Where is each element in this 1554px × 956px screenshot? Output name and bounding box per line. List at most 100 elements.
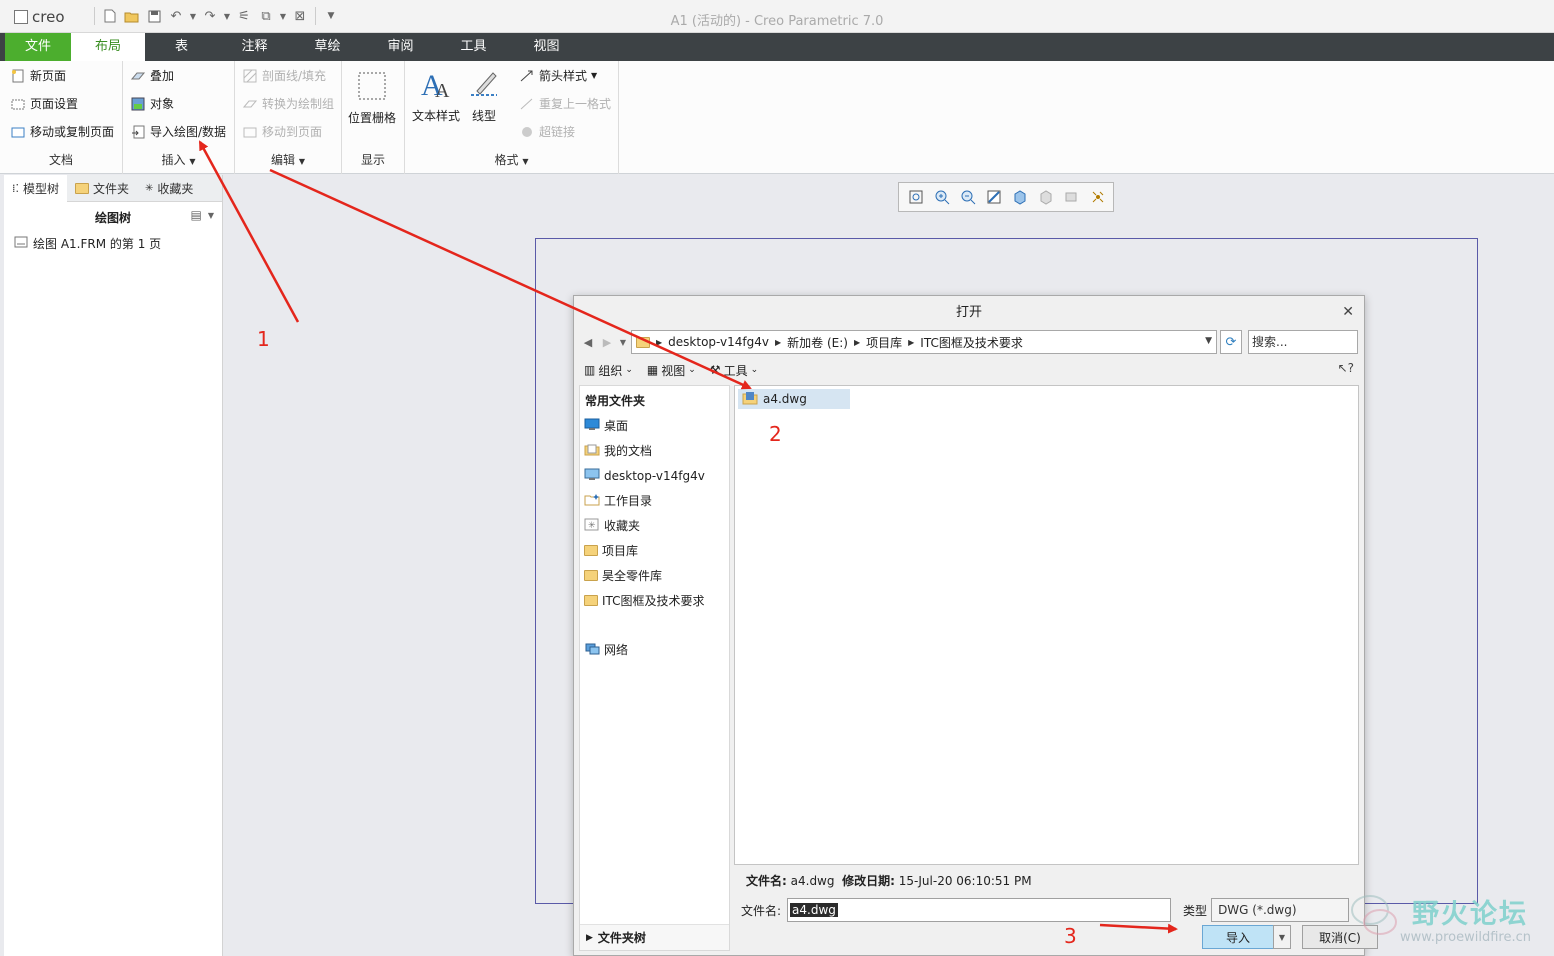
group-label-format[interactable]: 格式 ▼ bbox=[405, 151, 618, 168]
file-item[interactable]: a4.dwg bbox=[738, 389, 850, 409]
breadcrumb-item[interactable]: ▶ ITC图框及技术要求 bbox=[908, 334, 1023, 351]
favorites-icon: ✳ bbox=[584, 518, 600, 534]
desktop-icon bbox=[584, 418, 600, 434]
working-directory-icon bbox=[584, 493, 600, 509]
fav-working-directory[interactable]: 工作目录 bbox=[580, 488, 729, 513]
zoom-out-icon[interactable] bbox=[957, 186, 979, 208]
hyperlink-icon bbox=[519, 124, 535, 140]
tab-layout[interactable]: 布局 bbox=[71, 33, 145, 61]
drawing-sheet-icon bbox=[14, 236, 28, 251]
tab-favorites[interactable]: ✳ 收藏夹 bbox=[137, 175, 201, 202]
section-line-fill-button[interactable]: 剖面线/填充 bbox=[242, 67, 326, 84]
search-input[interactable]: 搜索... bbox=[1248, 330, 1358, 354]
tab-file[interactable]: 文件 bbox=[5, 33, 71, 61]
tree-options[interactable]: ▤ ▼ bbox=[191, 208, 215, 222]
group-insert: 叠加 对象 导入绘图/数据 插入 ▼ bbox=[123, 61, 235, 174]
history-dropdown-icon[interactable]: ▼ bbox=[618, 332, 628, 352]
saved-orientations-icon[interactable] bbox=[1035, 186, 1057, 208]
tab-review[interactable]: 审阅 bbox=[364, 33, 437, 61]
tab-annotate[interactable]: 注释 bbox=[218, 33, 291, 61]
tree-item-sheet[interactable]: 绘图 A1.FRM 的第 1 页 bbox=[4, 232, 222, 254]
line-style-button[interactable]: 线型 bbox=[467, 67, 501, 124]
watermark-logo-icon bbox=[1351, 895, 1397, 935]
overlay-button[interactable]: 叠加 bbox=[130, 67, 174, 84]
move-to-page-button[interactable]: 移动到页面 bbox=[242, 123, 322, 140]
hyperlink-button[interactable]: 超链接 bbox=[519, 123, 575, 140]
page-setup-icon bbox=[10, 96, 26, 112]
path-input[interactable]: ▶ desktop-v14fg4v ▶ 新加卷 (E:) ▶ 项目库 ▶ ITC图框及技… bbox=[631, 330, 1217, 354]
tab-sketch[interactable]: 草绘 bbox=[291, 33, 364, 61]
view-manager-icon[interactable] bbox=[1061, 186, 1083, 208]
repaint-icon[interactable] bbox=[983, 186, 1005, 208]
group-edit: 剖面线/填充 转换为绘制组 移动到页面 编辑 ▼ bbox=[235, 61, 342, 174]
back-icon[interactable]: ◀ bbox=[580, 332, 596, 352]
tab-tools[interactable]: 工具 bbox=[437, 33, 510, 61]
group-label-edit[interactable]: 编辑 ▼ bbox=[235, 151, 341, 168]
folder-icon bbox=[75, 183, 90, 194]
zoom-in-icon[interactable] bbox=[931, 186, 953, 208]
filename-input[interactable]: a4.dwg bbox=[787, 898, 1172, 922]
group-label-document: 文档 bbox=[48, 153, 73, 167]
watermark: 野火论坛 www.proewildfire.cn bbox=[1346, 890, 1550, 950]
view-toolbar bbox=[898, 182, 1114, 212]
position-grid-button[interactable]: 位置栅格 bbox=[348, 69, 396, 126]
documents-icon bbox=[584, 443, 600, 459]
dialog-toolbar: ▥ 组织 ⌄ ▦ 视图 ⌄ ⚒ 工具 ⌄ ↖? bbox=[584, 359, 1360, 381]
convert-to-draw-group-button[interactable]: 转换为绘制组 bbox=[242, 95, 334, 112]
tab-table[interactable]: 表 bbox=[145, 33, 218, 61]
group-label-insert[interactable]: 插入 ▼ bbox=[123, 151, 234, 168]
page-setup-button[interactable]: 页面设置 bbox=[10, 95, 78, 112]
tab-view[interactable]: 视图 bbox=[510, 33, 583, 61]
breadcrumb-item[interactable]: ▶ desktop-v14fg4v bbox=[656, 335, 769, 349]
folder-icon bbox=[584, 570, 598, 581]
convert-icon bbox=[242, 96, 258, 112]
import-dropdown-icon[interactable]: ▼ bbox=[1273, 925, 1291, 949]
fav-parts-library[interactable]: 昊全零件库 bbox=[580, 563, 729, 588]
new-page-button[interactable]: 新页面 bbox=[10, 67, 66, 84]
import-button[interactable]: 导入 ▼ bbox=[1202, 925, 1291, 949]
fav-desktop[interactable]: 桌面 bbox=[580, 413, 729, 438]
fav-project-library[interactable]: 项目库 bbox=[580, 538, 729, 563]
chevron-down-icon: ▼ bbox=[591, 71, 598, 80]
file-list[interactable]: a4.dwg bbox=[734, 385, 1359, 865]
folder-tree-toggle[interactable]: ▶ 文件夹树 bbox=[580, 924, 729, 950]
refit-icon[interactable] bbox=[905, 186, 927, 208]
move-copy-page-button[interactable]: 移动或复制页面 bbox=[10, 123, 114, 140]
view-menu[interactable]: ▦ 视图 ⌄ bbox=[647, 362, 696, 379]
model-tree-icon: ⁞⁚ bbox=[12, 182, 19, 195]
breadcrumb-item[interactable]: ▶ 项目库 bbox=[854, 334, 902, 351]
refresh-icon[interactable]: ⟳ bbox=[1220, 330, 1242, 354]
text-style-button[interactable]: AA 文本样式 bbox=[412, 67, 460, 124]
display-style-icon[interactable] bbox=[1009, 186, 1031, 208]
annotation-display-icon[interactable] bbox=[1087, 186, 1109, 208]
fav-favorites[interactable]: ✳ 收藏夹 bbox=[580, 513, 729, 538]
file-type-select[interactable]: DWG (*.dwg) bbox=[1211, 898, 1350, 922]
tools-menu[interactable]: ⚒ 工具 ⌄ bbox=[710, 362, 758, 379]
path-dropdown-icon[interactable]: ▼ bbox=[1205, 336, 1212, 346]
text-style-icon: AA bbox=[419, 67, 453, 101]
ribbon: 新页面 页面设置 移动或复制页面 文档 叠加 对象 导入绘图/数据 插入 ▼ 剖 bbox=[0, 61, 1554, 174]
help-button[interactable]: ↖? bbox=[1338, 361, 1354, 375]
fav-my-documents[interactable]: 我的文档 bbox=[580, 438, 729, 463]
arrow-style-button[interactable]: 箭头样式 ▼ bbox=[519, 67, 597, 84]
fav-itc-frames[interactable]: ITC图框及技术要求 bbox=[580, 588, 729, 613]
fav-network[interactable]: 网络 bbox=[580, 637, 729, 662]
import-drawing-data-button[interactable]: 导入绘图/数据 bbox=[130, 123, 226, 140]
tree-settings-icon: ▤ bbox=[190, 208, 202, 222]
repeat-format-icon bbox=[519, 96, 535, 112]
group-display: 位置栅格 显示 bbox=[342, 61, 405, 174]
view-icon: ▦ bbox=[646, 363, 659, 377]
window-title: A1 (活动的) - Creo Parametric 7.0 bbox=[670, 14, 884, 29]
forward-icon[interactable]: ▶ bbox=[599, 332, 615, 352]
organize-menu[interactable]: ▥ 组织 ⌄ bbox=[584, 362, 633, 379]
filename-value: a4.dwg bbox=[790, 903, 838, 917]
fav-computer[interactable]: desktop-v14fg4v bbox=[580, 463, 729, 488]
breadcrumb-item[interactable]: ▶ 新加卷 (E:) bbox=[775, 334, 848, 351]
tree-header: 绘图树 ▤ ▼ bbox=[4, 202, 222, 232]
tab-folder-browser[interactable]: 文件夹 bbox=[67, 175, 137, 202]
folder-icon bbox=[584, 545, 598, 556]
tab-model-tree[interactable]: ⁞⁚ 模型树 bbox=[4, 175, 68, 202]
object-button[interactable]: 对象 bbox=[130, 95, 174, 112]
repeat-format-button[interactable]: 重复上一格式 bbox=[519, 95, 611, 112]
close-icon[interactable]: ✕ bbox=[1342, 296, 1354, 329]
